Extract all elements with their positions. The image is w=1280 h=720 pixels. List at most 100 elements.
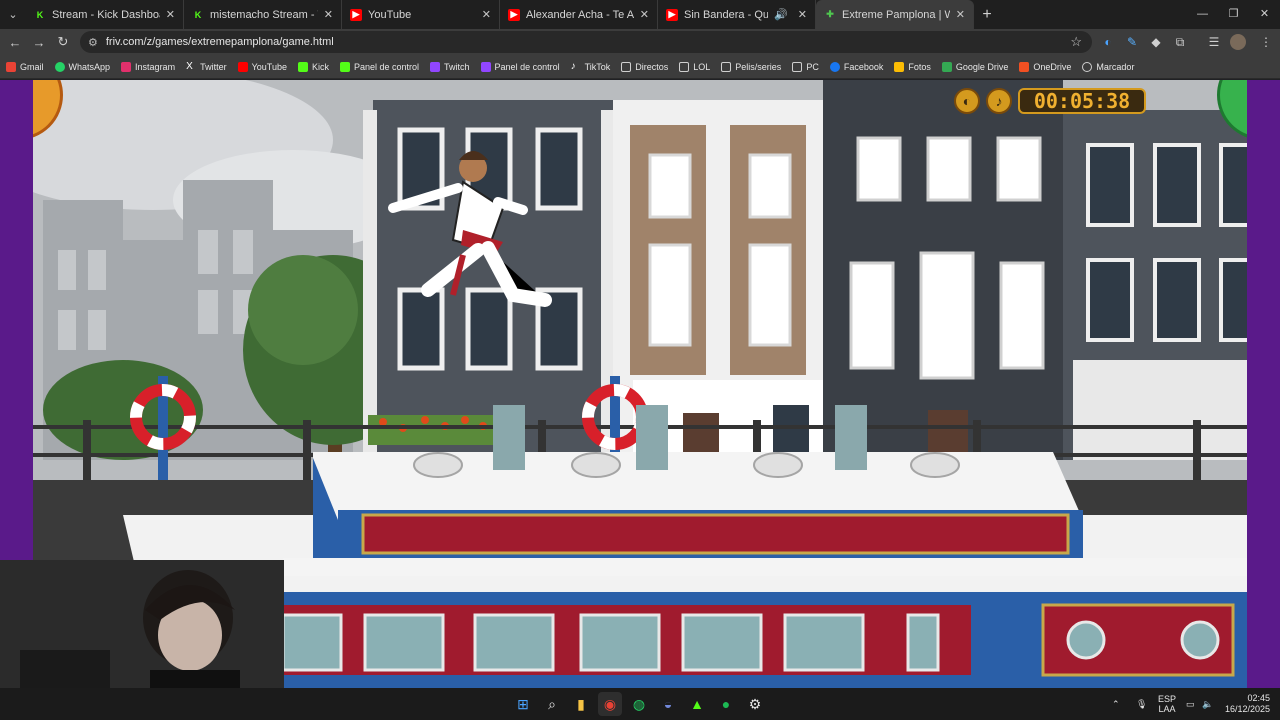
bookmark-whatsapp[interactable]: WhatsApp [54,61,111,72]
tab-kick-stream[interactable]: K mistemacho Stream - Watch Li ✕ [184,0,342,29]
tab-title: Extreme Pamplona | Works On [842,8,950,21]
tab-bar: ⌄ K Stream - Kick Dashboard ✕ K mistemac… [0,0,1280,29]
restore-button[interactable]: ❐ [1218,0,1249,29]
gmail-icon [6,61,16,72]
tab-youtube[interactable]: ▶ YouTube ✕ [342,0,500,29]
tab-kick-dashboard[interactable]: K Stream - Kick Dashboard ✕ [26,0,184,29]
toolbar: ← → ↻ ⚙ friv.com/z/games/extremepamplona… [0,29,1280,55]
extensions-puzzle-icon[interactable]: ⧉ [1170,29,1190,55]
bookmark-gmail[interactable]: Gmail [6,61,44,72]
clock-time: 02:45 [1247,693,1271,703]
webcam-feed [0,560,284,688]
new-tab-button[interactable]: + [974,6,1000,24]
extension-translate-icon[interactable]: ✎ [1122,29,1142,55]
tab-alexander-acha[interactable]: ▶ Alexander Acha - Te Amo (Offic ✕ [500,0,658,29]
profile-avatar[interactable] [1230,34,1246,50]
close-icon[interactable]: ✕ [324,8,333,21]
discord-icon[interactable]: ◒ [656,692,680,716]
speaker-icon[interactable]: 🔊 [774,8,788,21]
music-toggle-button[interactable]: ♪ [986,88,1012,114]
minimize-button[interactable]: — [1187,0,1218,29]
language-code: ESP [1158,694,1177,704]
tray-overflow-icon[interactable]: ⌃ [1112,688,1120,720]
bookmark-folder-directos[interactable]: Directos [621,61,669,72]
bookmark-label: Marcador [1096,61,1135,72]
bookmark-twitch[interactable]: Twitch [430,61,470,72]
tab-title: mistemacho Stream - Watch Li [210,8,318,21]
network-icon[interactable]: ▭ [1186,688,1195,720]
bookmark-instagram[interactable]: Instagram [121,61,176,72]
bookmark-folder-pelis[interactable]: Pelis/series [721,61,781,72]
twitch-icon [480,61,491,72]
stream-app-icon[interactable]: ▲ [685,692,709,716]
close-icon[interactable]: ✕ [798,8,807,21]
tab-sin-bandera[interactable]: ▶ Sin Bandera - Que Lloro (Vi 🔊 ✕ [658,0,816,29]
globe-icon [1082,61,1093,72]
microphone-icon[interactable]: 🎙 [1136,688,1147,720]
close-icon[interactable]: ✕ [166,8,175,21]
close-icon[interactable]: ✕ [956,8,965,21]
bookmark-kick-panel[interactable]: Panel de control [339,61,420,72]
file-explorer-icon[interactable]: ▮ [569,692,593,716]
bookmark-label: Panel de control [353,61,420,72]
url-text: friv.com/z/games/extremepamplona/game.ht… [105,36,334,48]
drive-icon [941,61,952,72]
whatsapp-icon[interactable]: ◍ [627,692,651,716]
reload-button[interactable]: ↻ [51,34,75,50]
windows-start-icon[interactable]: ⊞ [511,692,535,716]
spotify-icon[interactable]: ● [714,692,738,716]
bookmark-twitter[interactable]: X Twitter [186,61,227,72]
bookmark-star-icon[interactable]: ☆ [1070,34,1082,50]
bookmark-label: Directos [635,61,669,72]
tab-search-icon[interactable]: ⌄ [0,0,26,29]
folder-icon [621,61,632,72]
bookmark-label: WhatsApp [68,61,111,72]
bookmark-kick[interactable]: Kick [297,61,329,72]
dark-building-right [823,80,1063,460]
kick-icon: K [194,9,202,20]
folder-icon [679,61,690,72]
close-icon[interactable]: ✕ [482,8,491,21]
chrome-icon[interactable]: ◉ [598,692,622,716]
tiktok-icon: ♪ [570,60,576,72]
reading-list-icon[interactable]: ☰ [1204,29,1224,55]
bookmark-label: Kick [311,61,329,72]
twitch-icon [430,61,441,72]
extension-audio-icon[interactable]: ◐ [1098,29,1118,55]
tab-title: Sin Bandera - Que Lloro (Vi [684,8,769,21]
menu-kebab-icon[interactable]: ⋮ [1256,29,1276,55]
forward-button[interactable]: → [27,35,51,50]
bookmarks-bar: Gmail WhatsApp Instagram X Twitter YouTub… [0,55,1280,79]
bookmark-onedrive[interactable]: OneDrive [1019,61,1071,72]
close-window-button[interactable]: ✕ [1249,0,1280,29]
tab-title: Alexander Acha - Te Amo (Offic [526,8,634,21]
clock[interactable]: 02:45 16/12/2025 [1225,688,1270,720]
bookmark-facebook[interactable]: Facebook [829,61,883,72]
bookmark-tiktok[interactable]: ♪ TikTok [570,60,611,72]
keyboard-layout: LAA [1158,704,1176,714]
facebook-icon [829,61,840,72]
sound-toggle-button[interactable]: ◐ [954,88,980,114]
bookmark-fotos[interactable]: Fotos [894,61,931,72]
bookmark-marcador[interactable]: Marcador [1082,61,1135,72]
search-icon[interactable]: ⌕ [540,692,564,716]
bookmark-label: Instagram [135,61,176,72]
bookmark-folder-lol[interactable]: LOL [679,61,710,72]
bookmark-label: YouTube [251,61,287,72]
address-bar[interactable]: ⚙ friv.com/z/games/extremepamplona/game.… [80,31,1092,53]
close-icon[interactable]: ✕ [640,8,649,21]
flower-box [368,415,493,445]
bookmark-google-drive[interactable]: Google Drive [941,61,1008,72]
volume-icon[interactable]: 🔈 [1202,688,1213,720]
bookmark-folder-pc[interactable]: PC [792,61,819,72]
bookmark-twitch-panel[interactable]: Panel de control [480,61,560,72]
gray-building-left [363,100,615,460]
language-indicator[interactable]: ESP LAA [1158,688,1176,720]
kick-icon [297,61,308,72]
bookmark-youtube[interactable]: YouTube [237,61,287,72]
site-info-icon[interactable]: ⚙ [88,36,98,49]
settings-icon[interactable]: ⚙ [743,692,767,716]
tab-extreme-pamplona[interactable]: ✚ Extreme Pamplona | Works On ✕ [816,0,974,29]
back-button[interactable]: ← [3,35,27,50]
extension-diamond-icon[interactable]: ◆ [1146,29,1166,55]
